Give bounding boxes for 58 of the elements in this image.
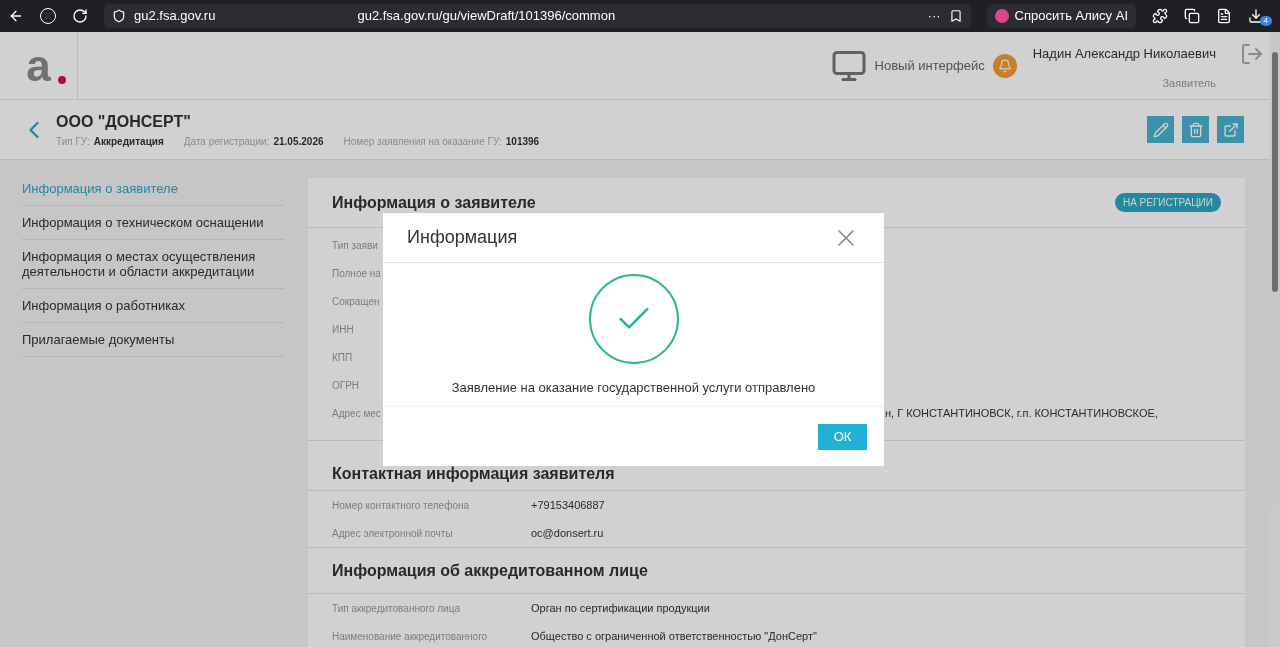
meta-label: Тип ГУ: — [56, 135, 90, 149]
meta-value: 21.05.2026 — [273, 135, 324, 149]
pencil-icon — [1152, 121, 1169, 138]
new-interface-link[interactable]: Новый интерфейс — [874, 55, 985, 76]
dialog-message: Заявление на оказание государственной услуги отправлено — [451, 379, 816, 397]
more-menu[interactable]: ··· — [927, 6, 941, 26]
field-value: Орган по сертификации продукции — [531, 600, 710, 616]
delete-button[interactable] — [1182, 116, 1209, 143]
external-link-icon — [1222, 121, 1239, 138]
document-icon[interactable] — [1216, 8, 1232, 24]
extensions-icon[interactable] — [1152, 8, 1168, 24]
bell-icon — [997, 58, 1012, 73]
field-value: +79153406887 — [531, 497, 605, 513]
field-label: Номер контактного телефона — [332, 499, 470, 511]
field-label: КПП — [332, 351, 353, 363]
dialog-title: Информация — [407, 226, 518, 249]
field-label: Полное на — [332, 267, 381, 279]
address-bar[interactable]: gu2.fsa.gov.ru gu2.fsa.gov.ru/gu/viewDraft/101396/common ··· — [104, 4, 971, 28]
ask-alice-button[interactable]: Спросить Алису AI — [986, 4, 1136, 28]
trash-icon — [1187, 121, 1204, 138]
sidebar-item[interactable]: Информация о местах осуществления деятельности и области аккредитации — [22, 240, 284, 289]
field-label: Адрес электронной почты — [332, 527, 453, 539]
user-role: Заявитель — [1162, 76, 1216, 91]
field-value: Общество с ограниченной ответственностью "ДонСерт" — [531, 628, 817, 644]
section-title: Информация о заявителе — [332, 192, 536, 213]
section-title: Контактная информация заявителя — [332, 464, 615, 484]
field-label: Сокращен — [332, 295, 380, 307]
back-icon[interactable] — [8, 8, 24, 24]
field-value: oc@donsert.ru — [531, 525, 604, 541]
field-value: н, Г КОНСТАНТИНОВСК, г.п. КОНСТАНТИНОВСКОЕ, — [885, 405, 1158, 421]
user-name[interactable]: Надин Александр Николаевич — [1032, 43, 1216, 63]
meta-label: Дата регистрации: — [183, 135, 270, 149]
field-label: Наименование аккредитованного — [332, 630, 488, 642]
tabs-icon[interactable] — [1184, 8, 1200, 24]
success-icon — [588, 274, 679, 364]
field-label: Тип аккредитованного лица — [332, 602, 460, 614]
sidebar-item[interactable]: Информация о техническом оснащении — [22, 206, 284, 240]
page-url: gu2.fsa.gov.ru/gu/viewDraft/101396/common — [357, 7, 616, 26]
organization-title: ООО "ДОНСЕРТ" — [56, 112, 192, 132]
site-domain: gu2.fsa.gov.ru — [134, 7, 216, 26]
meta-label: Номер заявления на оказание ГУ: — [343, 135, 502, 149]
field-label: ОГРН — [332, 379, 360, 391]
sidebar-item[interactable]: Прилагаемые документы — [22, 323, 284, 357]
meta-value: 101396 — [505, 135, 540, 149]
bookmark-icon[interactable] — [948, 9, 963, 23]
field-label: ИНН — [332, 323, 354, 335]
logout-icon[interactable] — [1240, 41, 1264, 66]
shield-icon — [112, 9, 126, 23]
sidebar-item[interactable]: Информация о работниках — [22, 289, 284, 323]
field-label: Адрес мес — [332, 407, 381, 419]
edit-button[interactable] — [1147, 116, 1174, 143]
download-count: 4 — [1259, 16, 1272, 26]
notification-button[interactable] — [992, 53, 1017, 78]
meta-value: Аккредитация — [93, 135, 164, 149]
section-title: Информация об аккредитованном лице — [332, 560, 648, 581]
status-badge: НА РЕГИСТРАЦИИ — [1114, 193, 1221, 212]
reload-icon[interactable] — [72, 8, 88, 24]
field-label: Тип заяви — [332, 239, 378, 251]
